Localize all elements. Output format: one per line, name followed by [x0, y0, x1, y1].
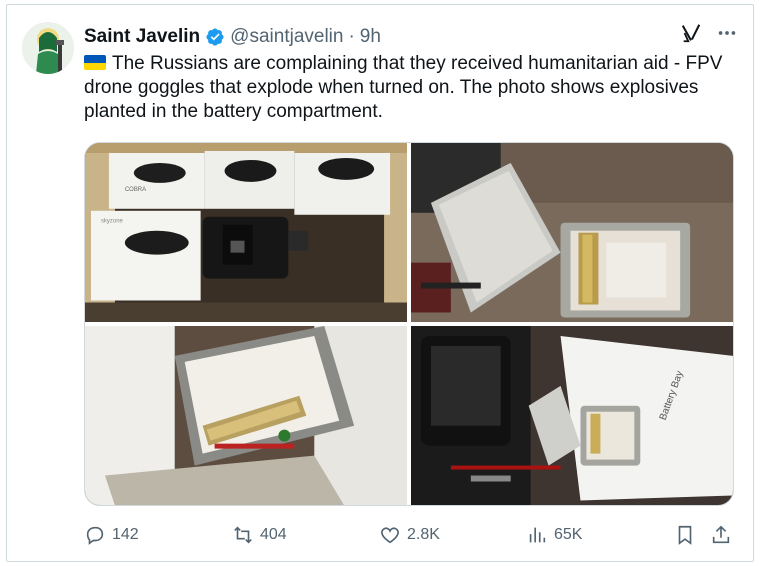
author-name[interactable]: Saint Javelin [84, 25, 200, 49]
separator-dot: · [348, 26, 355, 47]
box-label-1: COBRA [125, 187, 146, 193]
views-icon [529, 527, 546, 543]
tweet-header: Saint Javelin @saintjavelin · 9h [84, 25, 381, 49]
action-bar: 142 404 2.8K 65K [84, 520, 734, 550]
photo-battery-compartment [411, 143, 733, 323]
photo-goggles-opened: Battery Bay [411, 326, 733, 505]
share-icon [712, 525, 730, 544]
repost-icon [234, 526, 252, 544]
box-brand: skyzone [101, 219, 124, 225]
photo-goggle-boxes: COBRA skyzone [85, 143, 407, 323]
views-count: 65K [554, 526, 583, 543]
photo-1[interactable]: COBRA skyzone [85, 143, 407, 323]
like-icon [381, 527, 399, 544]
photo-2[interactable] [411, 143, 733, 323]
repost-count: 404 [260, 526, 287, 543]
views-button[interactable]: 65K [526, 520, 582, 550]
photo-4[interactable]: Battery Bay [411, 326, 733, 505]
timestamp[interactable]: 9h [360, 25, 381, 49]
more-icon[interactable] [716, 22, 738, 44]
media-grid: COBRA skyzone Battery Bay [84, 142, 734, 506]
bookmark-button[interactable] [674, 520, 696, 550]
photo-explosive-closeup [85, 326, 407, 505]
tweet-text: The Russians are complaining that they r… [84, 52, 724, 124]
like-count: 2.8K [407, 526, 440, 543]
photo-3[interactable] [85, 326, 407, 505]
bookmark-icon [678, 525, 692, 545]
reply-count: 142 [112, 526, 139, 543]
top-actions [680, 22, 738, 44]
tweet-body: The Russians are complaining that they r… [84, 53, 723, 122]
author-handle[interactable]: @saintjavelin [230, 25, 343, 49]
reply-button[interactable]: 142 [84, 520, 139, 550]
avatar[interactable] [22, 22, 74, 74]
like-button[interactable]: 2.8K [379, 520, 440, 550]
grok-icon[interactable] [680, 22, 702, 44]
avatar-image [22, 22, 74, 74]
ukraine-flag-icon [84, 55, 106, 70]
share-button[interactable] [710, 520, 732, 550]
verified-badge-icon [206, 28, 224, 46]
repost-button[interactable]: 404 [232, 520, 287, 550]
reply-icon [86, 526, 104, 545]
